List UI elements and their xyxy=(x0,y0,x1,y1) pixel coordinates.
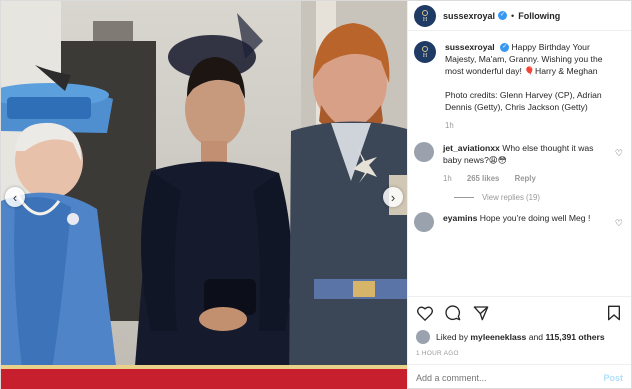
comment-item: jet_aviationxx Who else thought it was b… xyxy=(414,142,623,185)
monogram-icon: H xyxy=(422,46,428,59)
verified-badge-icon: ✓ xyxy=(500,43,510,53)
commenter-avatar[interactable] xyxy=(414,212,434,232)
add-comment-bar: Post xyxy=(408,364,631,389)
comment-username[interactable]: eyamins xyxy=(443,213,477,223)
comment-like-heart-icon[interactable]: ♡ xyxy=(615,148,623,159)
post-comment-button[interactable]: Post xyxy=(603,373,623,383)
following-button[interactable]: Following xyxy=(518,11,560,21)
svg-text:H: H xyxy=(423,53,428,59)
photo-credits: Photo credits: Glenn Harvey (CP), Adrian… xyxy=(445,90,602,112)
caption-meta: 1h xyxy=(445,120,623,132)
comment-text: Hope you're doing well Meg ! xyxy=(479,213,591,223)
comment-input[interactable] xyxy=(416,372,596,383)
monogram-icon: H xyxy=(422,9,428,23)
header-username[interactable]: sussexroyal xyxy=(443,11,495,21)
next-photo-button[interactable]: › xyxy=(383,187,403,207)
post-sidebar: H sussexroyal ✓ • Following H sussexroya… xyxy=(407,1,631,389)
verified-badge-icon: ✓ xyxy=(498,11,508,20)
comment-time[interactable]: 1h xyxy=(443,174,452,183)
profile-avatar[interactable]: H xyxy=(414,4,436,27)
caption-avatar[interactable]: H xyxy=(414,41,436,63)
caption-body: sussexroyal ✓ Happy Birthday Your Majest… xyxy=(445,41,623,132)
replies-divider xyxy=(454,197,474,198)
liker-avatar[interactable] xyxy=(416,330,430,344)
previous-photo-button[interactable]: ‹ xyxy=(5,187,25,207)
likes-summary: Liked by myleeneklass and 115,391 others xyxy=(416,330,623,344)
reply-button[interactable]: Reply xyxy=(515,174,536,183)
comment-icon[interactable] xyxy=(444,304,462,322)
bookmark-icon[interactable] xyxy=(605,304,623,322)
post-photo[interactable]: ‹ › xyxy=(1,1,407,389)
action-icons xyxy=(416,303,623,323)
comment-likes[interactable]: 265 likes xyxy=(467,174,500,183)
post-timestamp[interactable]: 1 HOUR AGO xyxy=(416,350,623,357)
heart-icon[interactable] xyxy=(416,304,434,322)
caption: H sussexroyal ✓ Happy Birthday Your Maje… xyxy=(414,41,623,132)
svg-text:H: H xyxy=(423,17,428,23)
comment-meta: 1h 265 likes Reply xyxy=(443,173,611,185)
comments-section: H sussexroyal ✓ Happy Birthday Your Maje… xyxy=(408,31,631,296)
share-icon[interactable] xyxy=(472,304,490,322)
view-replies-button[interactable]: View replies (19) xyxy=(454,193,623,202)
caption-username[interactable]: sussexroyal xyxy=(445,42,495,52)
view-replies-label: View replies (19) xyxy=(482,193,540,202)
separator-dot: • xyxy=(511,10,515,21)
comment-username[interactable]: jet_aviationxx xyxy=(443,143,500,153)
likes-count[interactable]: 115,391 others xyxy=(545,332,604,342)
commenter-avatar[interactable] xyxy=(414,142,434,162)
caption-time[interactable]: 1h xyxy=(445,121,454,130)
royal-family-photo xyxy=(1,1,407,389)
liker-username[interactable]: myleeneklass xyxy=(470,332,526,342)
likes-prefix: Liked by xyxy=(436,332,469,342)
comment-item: eyamins Hope you're doing well Meg ! ♡ xyxy=(414,212,623,232)
post-header: H sussexroyal ✓ • Following xyxy=(408,1,631,31)
comment-like-heart-icon[interactable]: ♡ xyxy=(615,218,623,229)
comment-body: eyamins Hope you're doing well Meg ! xyxy=(443,212,611,224)
comment-body: jet_aviationxx Who else thought it was b… xyxy=(443,142,611,185)
post-actions: Liked by myleeneklass and 115,391 others… xyxy=(408,296,631,357)
instagram-post: ‹ › H sussexroyal ✓ • Following H sussex… xyxy=(0,0,632,389)
likes-conj: and xyxy=(528,332,544,342)
